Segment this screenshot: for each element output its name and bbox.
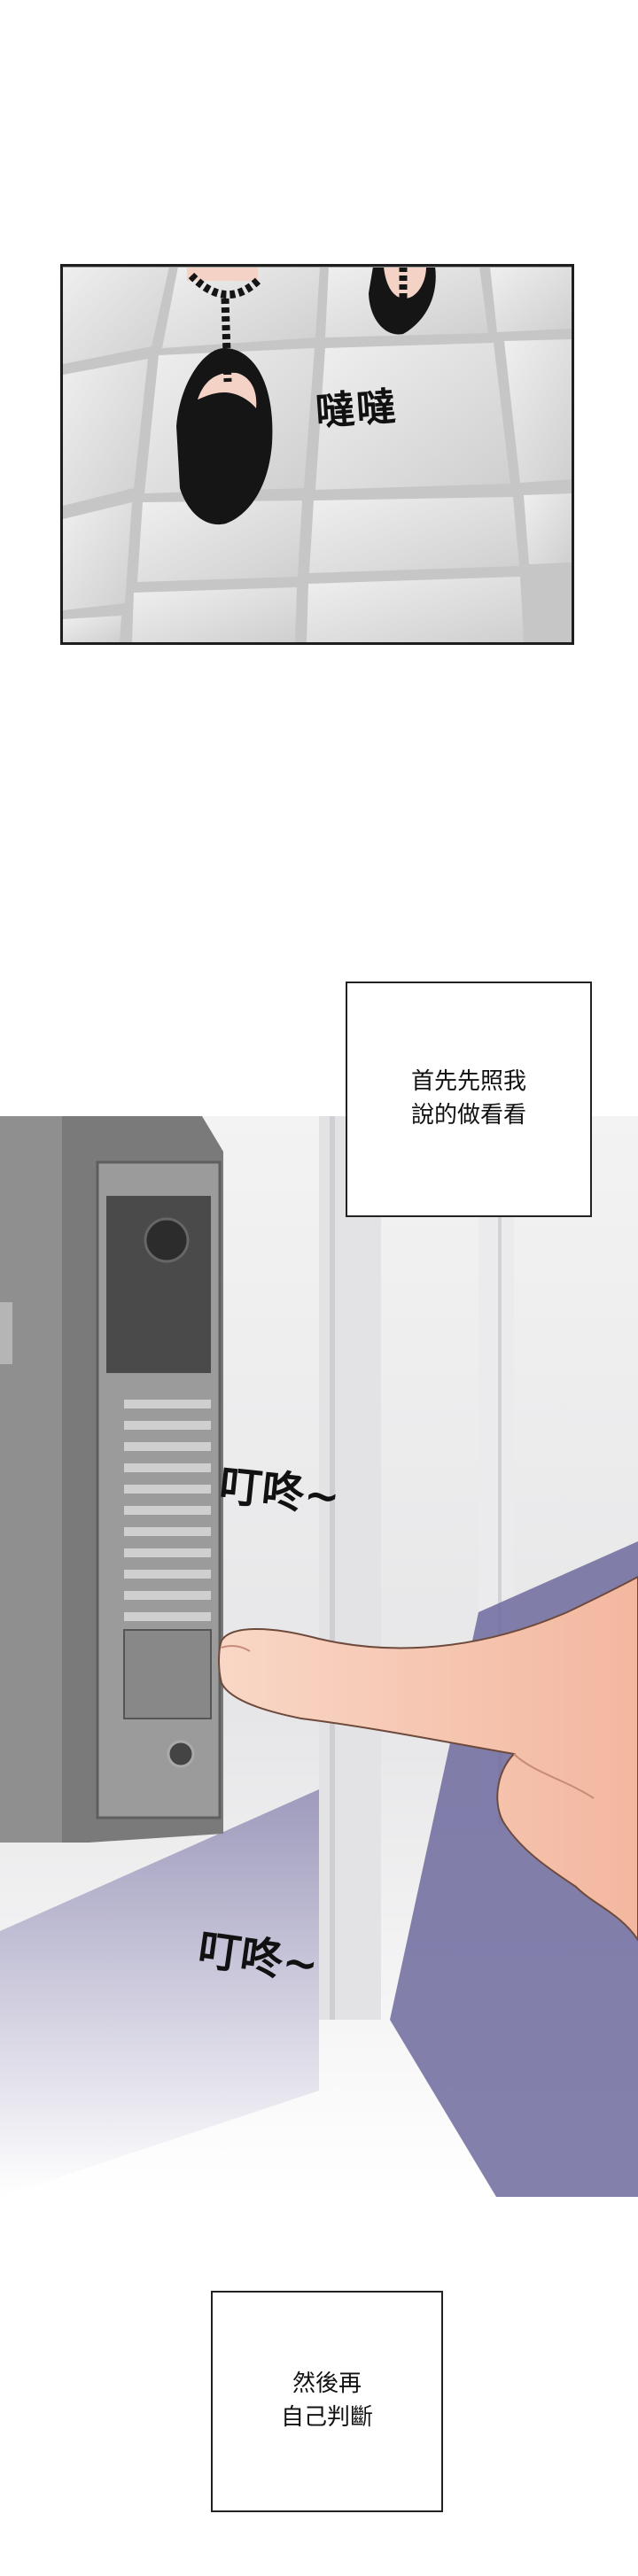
footstep-sfx: 噠噠: [314, 384, 399, 436]
caption-1-line-1: 首先先照我: [410, 1068, 526, 1096]
doorbell-scene: 叮咚~ 叮咚~: [0, 1116, 638, 2197]
shoes-panel: 噠噠: [60, 264, 574, 645]
narration-caption-2: 然後再 自己判斷: [211, 2291, 443, 2512]
caption-2-line-1: 然後再: [292, 2370, 362, 2398]
shoes-illustration: [63, 267, 572, 642]
doorbell-sfx-upper: 叮咚~: [216, 1461, 343, 1523]
caption-2-line-2: 自己判斷: [280, 2404, 373, 2431]
caption-1-line-2: 說的做看看: [410, 1102, 526, 1129]
doorbell-illustration: [0, 1116, 638, 2197]
intercom-device: [0, 1116, 223, 1843]
narration-caption-1: 首先先照我 說的做看看: [346, 982, 592, 1217]
